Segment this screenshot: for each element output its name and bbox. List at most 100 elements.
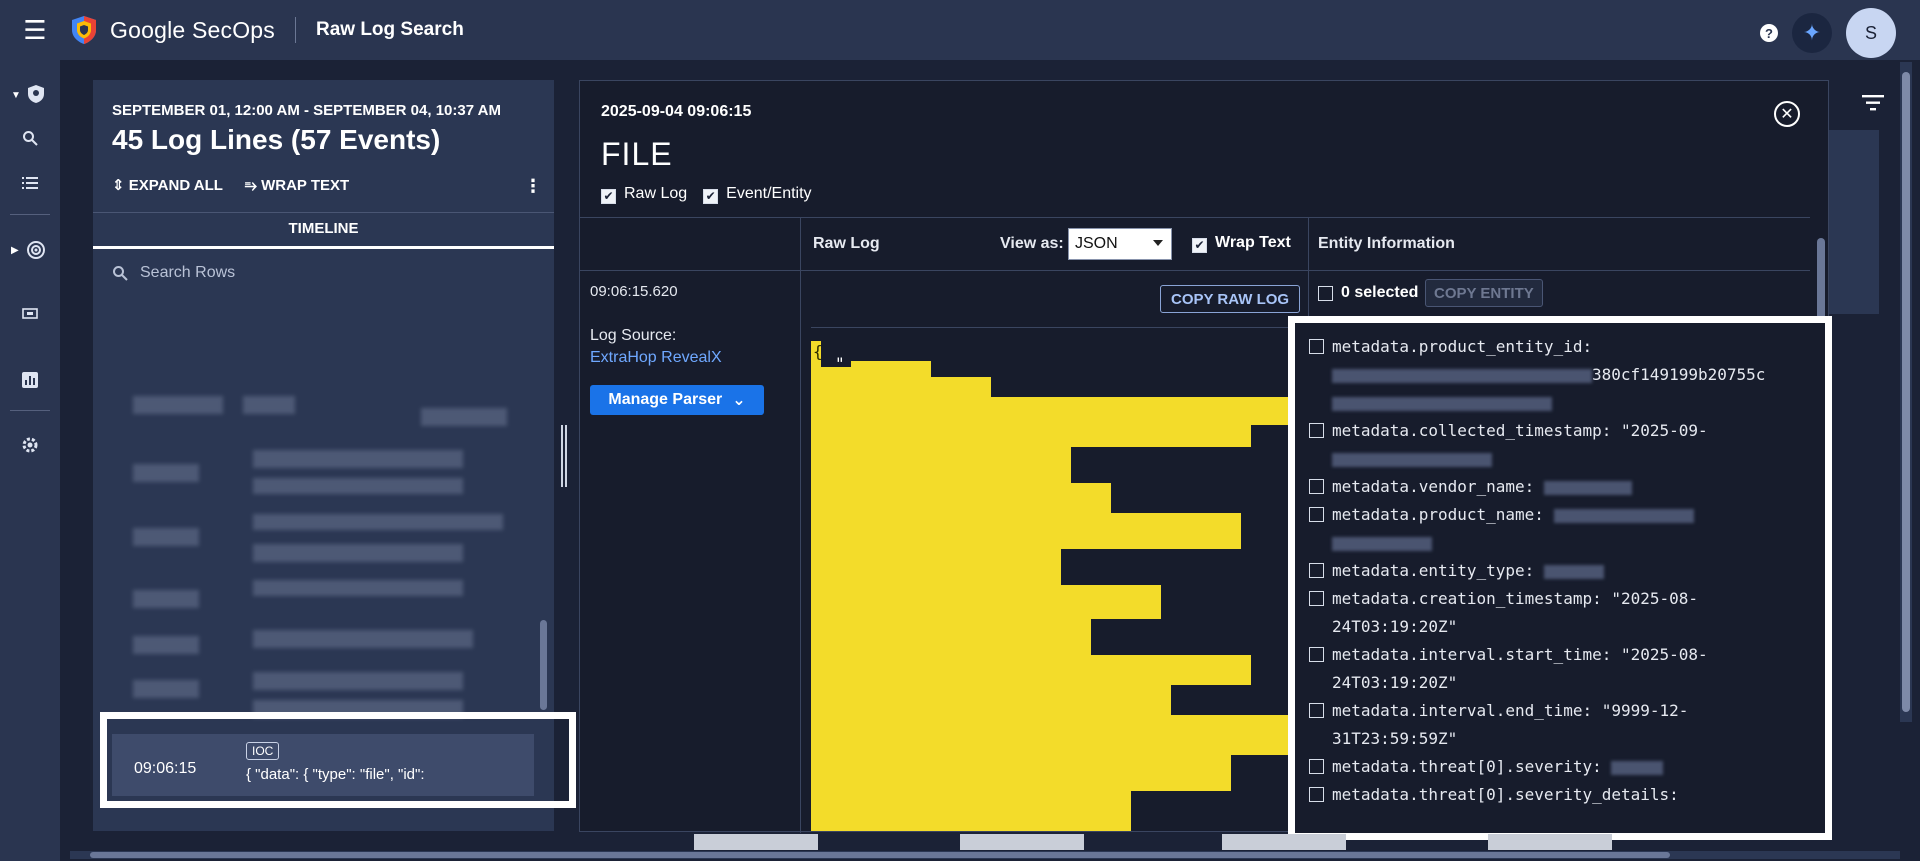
expand-icon: ⇕ — [112, 177, 125, 194]
entity-field: metadata.interval.end_time: "9999-12- — [1332, 701, 1689, 720]
manage-parser-label: Manage Parser — [608, 391, 723, 408]
rail-divider — [10, 410, 50, 411]
list-icon[interactable] — [0, 176, 60, 190]
raw-log-label: Raw Log — [624, 185, 688, 202]
entity-field: metadata.creation_timestamp: "2025-08- — [1332, 589, 1699, 608]
event-title: FILE — [601, 136, 673, 172]
search-icon — [113, 266, 128, 281]
filter-icon[interactable] — [1862, 94, 1884, 117]
nav-rail: ▼ ▶ — [0, 60, 60, 861]
header-divider — [294, 17, 296, 43]
event-entity-label: Event/Entity — [726, 185, 812, 202]
view-as-value: JSON — [1075, 235, 1118, 252]
highlight-box — [100, 712, 576, 808]
checkbox-unchecked-icon[interactable] — [1309, 591, 1324, 606]
wrap-icon: ⥱ — [244, 176, 257, 194]
checkbox-unchecked-icon[interactable] — [1309, 647, 1324, 662]
checkbox-unchecked-icon[interactable] — [1309, 479, 1324, 494]
help-icon[interactable]: ? — [1760, 24, 1778, 42]
entity-value: 24T03:19:20Z" — [1332, 617, 1458, 636]
entity-field: metadata.threat[0].severity_details: — [1332, 785, 1679, 804]
close-icon[interactable]: ✕ — [1774, 101, 1800, 127]
list-item[interactable]: metadata.vendor_name: — [1309, 473, 1809, 501]
top-bar: ☰ Google SecOps Raw Log Search ? ✦ S — [0, 0, 1920, 60]
list-item[interactable]: metadata.entity_type: — [1309, 557, 1809, 585]
list-item[interactable]: metadata.threat[0].severity_details: — [1309, 781, 1809, 809]
event-timestamp: 2025-09-04 09:06:15 — [601, 103, 752, 120]
checkbox-unchecked-icon[interactable] — [1309, 759, 1324, 774]
checkbox-unchecked-icon[interactable] — [1309, 703, 1324, 718]
raw-log-brace: { — [813, 342, 823, 361]
entity-value: 24T03:19:20Z" — [1332, 673, 1458, 692]
radar-icon[interactable] — [6, 240, 66, 260]
avatar[interactable]: S — [1846, 8, 1896, 58]
tab-timeline[interactable]: TIMELINE — [93, 220, 554, 237]
chevron-down-icon: ⌄ — [732, 392, 746, 409]
checkbox-unchecked-icon[interactable] — [1309, 563, 1324, 578]
entity-field: metadata.vendor_name: — [1332, 477, 1535, 496]
page-scrollbar[interactable] — [1900, 62, 1912, 722]
manage-parser-button[interactable]: Manage Parser ⌄ — [590, 385, 764, 415]
menu-icon[interactable]: ☰ — [0, 15, 70, 46]
wrap-text-button[interactable]: ⥱ WRAP TEXT — [245, 177, 349, 194]
entity-field: metadata.product_entity_id: — [1332, 337, 1593, 356]
entity-field: metadata.product_name: — [1332, 505, 1544, 524]
event-entity-checkbox[interactable]: ✔ Event/Entity — [703, 185, 812, 204]
list-item[interactable]: metadata.collected_timestamp: "2025-09- — [1309, 417, 1809, 473]
checkbox-checked-icon: ✔ — [1192, 237, 1207, 253]
page-title: Raw Log Search — [315, 19, 464, 40]
copy-entity-button[interactable]: COPY ENTITY — [1425, 279, 1543, 307]
search-rows-input[interactable]: Search Rows — [112, 264, 235, 282]
gear-icon[interactable] — [0, 436, 60, 454]
horizontal-scrollbar[interactable] — [70, 851, 1900, 859]
wrap-text-checkbox[interactable]: ✔ Wrap Text — [1192, 234, 1291, 253]
entity-information-list: metadata.product_entity_id: 380cf149199b2… — [1288, 316, 1832, 840]
entity-field: metadata.interval.start_time: "2025-08- — [1332, 645, 1708, 664]
device-icon[interactable] — [0, 308, 60, 320]
raw-log-header: Raw Log — [813, 235, 880, 252]
raw-log-checkbox[interactable]: ✔ Raw Log — [601, 185, 687, 204]
list-item[interactable]: metadata.creation_timestamp: "2025-08- 24… — [1309, 585, 1809, 641]
entity-information-header: Entity Information — [1318, 235, 1455, 252]
metadata-column: 09:06:15.620 Log Source: ExtraHop Reveal… — [580, 217, 801, 833]
checkbox-unchecked-icon — [1318, 285, 1333, 301]
entity-value: 380cf149199b20755c — [1592, 365, 1766, 384]
expand-all-button[interactable]: ⇕ EXPAND ALL — [112, 176, 223, 194]
view-as-select[interactable]: JSON — [1068, 228, 1172, 260]
more-vert-icon[interactable]: ⋮ — [524, 176, 542, 197]
panel-resize-handle[interactable] — [561, 425, 567, 487]
divider — [811, 327, 1299, 328]
copy-raw-log-button[interactable]: COPY RAW LOG — [1160, 285, 1301, 313]
checkbox-unchecked-icon[interactable] — [1309, 787, 1324, 802]
checkbox-unchecked-icon[interactable] — [1309, 423, 1324, 438]
list-item[interactable]: metadata.interval.start_time: "2025-08- 2… — [1309, 641, 1809, 697]
selected-count: 0 selected — [1341, 284, 1419, 301]
dashboard-chart-icon[interactable] — [0, 372, 60, 388]
list-item[interactable]: metadata.interval.end_time: "9999-12- 31T… — [1309, 697, 1809, 753]
search-icon[interactable] — [0, 130, 60, 146]
shield-search-icon[interactable] — [6, 84, 66, 104]
tab-indicator — [93, 246, 554, 249]
entity-value: 31T23:59:59Z" — [1332, 729, 1458, 748]
search-placeholder: Search Rows — [140, 264, 236, 281]
log-count-title: 45 Log Lines (57 Events) — [112, 124, 441, 155]
secops-logo-icon — [70, 15, 98, 45]
checkbox-checked-icon: ✔ — [703, 188, 719, 204]
list-item[interactable]: metadata.threat[0].severity: — [1309, 753, 1809, 781]
dropdown-arrow-icon — [1153, 240, 1163, 246]
entity-field: metadata.entity_type: — [1332, 561, 1535, 580]
left-scrollbar[interactable] — [540, 620, 547, 710]
select-all-checkbox[interactable]: 0 selected — [1318, 284, 1418, 302]
date-range: SEPTEMBER 01, 12:00 AM - SEPTEMBER 04, 1… — [112, 102, 502, 119]
log-source-link[interactable]: ExtraHop RevealX — [590, 349, 722, 367]
entity-field: metadata.threat[0].severity: — [1332, 757, 1602, 776]
brand-name: Google SecOps — [110, 16, 275, 43]
list-item[interactable]: metadata.product_entity_id: 380cf149199b2… — [1309, 333, 1809, 417]
row-timestamp: 09:06:15.620 — [590, 283, 678, 300]
raw-log-quote: " — [835, 354, 845, 373]
list-item[interactable]: metadata.product_name: — [1309, 501, 1809, 557]
divider — [93, 212, 554, 213]
checkbox-unchecked-icon[interactable] — [1309, 507, 1324, 522]
gemini-sparkle-icon[interactable]: ✦ — [1792, 13, 1832, 53]
checkbox-unchecked-icon[interactable] — [1309, 339, 1324, 354]
